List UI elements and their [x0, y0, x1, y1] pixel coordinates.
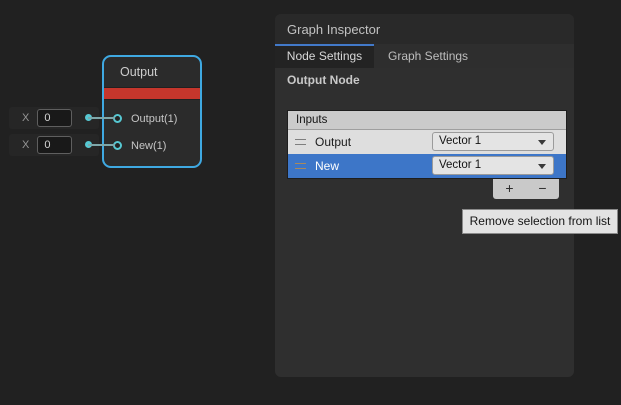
inspector-tab-bar: Node Settings Graph Settings: [275, 44, 574, 68]
x-component-label: X: [22, 139, 29, 151]
x-component-label: X: [22, 112, 29, 124]
graph-inspector-panel: Graph Inspector Node Settings Graph Sett…: [275, 14, 574, 377]
list-item-name: New: [315, 159, 339, 173]
type-dropdown-value: Vector 1: [439, 159, 481, 171]
node-title[interactable]: Output: [104, 57, 200, 88]
vector1-input-widget: X 0: [9, 134, 99, 156]
remove-item-button[interactable]: −: [526, 179, 559, 199]
tooltip: Remove selection from list: [462, 209, 618, 234]
chevron-down-icon: [538, 140, 546, 145]
list-header: Inputs: [288, 111, 566, 130]
drag-handle-icon[interactable]: [295, 139, 306, 145]
port-row: New(1): [104, 132, 200, 159]
list-item[interactable]: Output Vector 1: [288, 130, 566, 154]
tab-graph-settings[interactable]: Graph Settings: [374, 44, 482, 68]
type-dropdown[interactable]: Vector 1: [432, 156, 554, 175]
list-item[interactable]: New Vector 1: [288, 154, 566, 178]
x-value-field[interactable]: 0: [37, 136, 72, 154]
panel-title[interactable]: Graph Inspector: [275, 14, 574, 44]
add-item-button[interactable]: +: [493, 179, 526, 199]
tab-node-settings[interactable]: Node Settings: [275, 44, 374, 68]
port-label: New(1): [131, 140, 166, 152]
output-node[interactable]: Output Output(1) New(1): [102, 55, 202, 168]
edge-connection[interactable]: [88, 117, 115, 119]
vector1-input-widget: X 0: [9, 107, 99, 129]
node-settings-section-title: Output Node: [287, 73, 360, 87]
drag-handle-icon[interactable]: [295, 163, 306, 169]
edge-connection[interactable]: [88, 144, 115, 146]
type-dropdown-value: Vector 1: [439, 135, 481, 147]
x-value-field[interactable]: 0: [37, 109, 72, 127]
port-row: Output(1): [104, 105, 200, 132]
list-footer-toolbar: + −: [493, 179, 559, 199]
port-label: Output(1): [131, 113, 177, 125]
type-dropdown[interactable]: Vector 1: [432, 132, 554, 151]
inputs-reorderable-list: Inputs Output Vector 1 New Vector 1: [287, 110, 567, 179]
shader-graph-window: X 0 X 0 Output Output(1) New(1) Graph In…: [0, 0, 621, 405]
list-item-name: Output: [315, 135, 351, 149]
node-port-list: Output(1) New(1): [104, 100, 200, 159]
chevron-down-icon: [538, 164, 546, 169]
node-accent-bar: [104, 88, 200, 100]
